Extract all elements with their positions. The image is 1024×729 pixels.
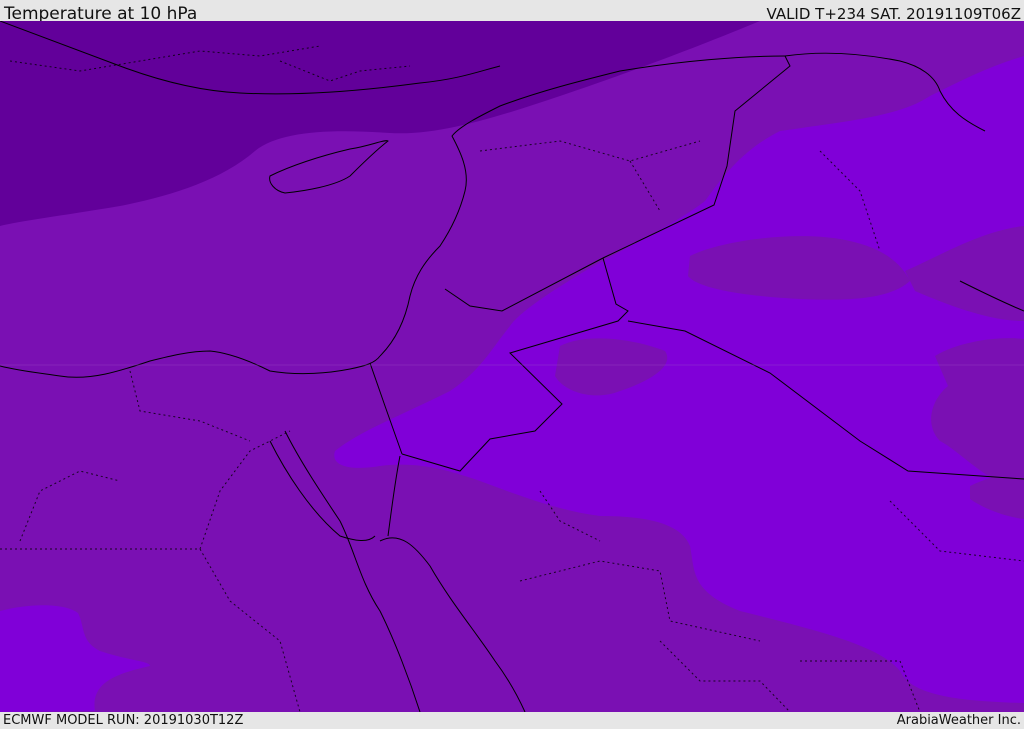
model-run-label: ECMWF MODEL RUN: 20191030T12Z [3, 713, 244, 728]
credit-label: ArabiaWeather Inc. [896, 713, 1021, 728]
weather-map[interactable] [0, 21, 1024, 712]
